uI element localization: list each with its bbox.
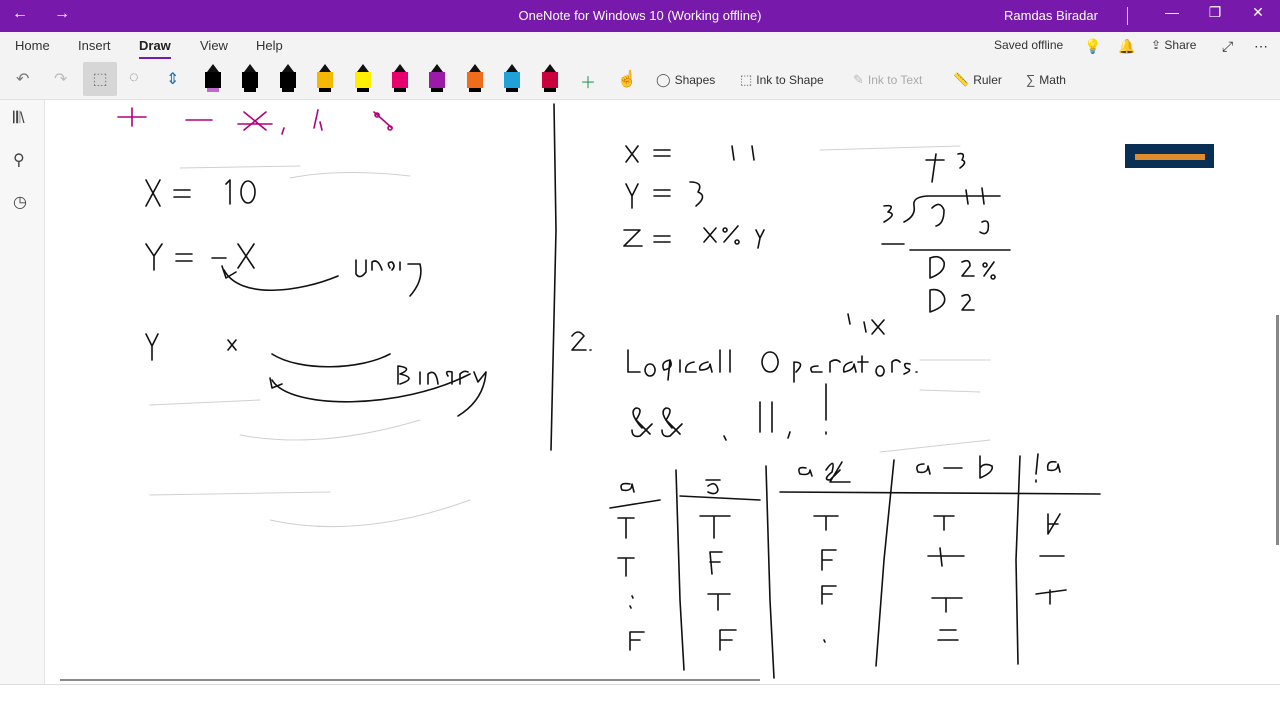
add-pen-icon[interactable]: ＋ — [580, 69, 596, 93]
pen-10-tool[interactable] — [541, 64, 559, 94]
maximize-icon[interactable]: ❐ — [1192, 4, 1238, 21]
pen-tip — [356, 64, 369, 72]
touch-draw-icon[interactable]: ☝ — [617, 69, 637, 89]
close-icon[interactable]: ✕ — [1235, 4, 1280, 21]
pen-body — [392, 72, 408, 88]
ribbon-tabs: Home Insert Draw View Help Saved offline… — [0, 32, 1280, 60]
ruler-button[interactable]: 📏 Ruler — [953, 72, 1002, 88]
pen-body — [466, 72, 483, 88]
pen-tip — [319, 64, 332, 72]
ink-left-notes — [145, 179, 487, 417]
left-sidebar: 𝄃𝄃\ ⚲ ◷ — [0, 100, 45, 684]
math-label: Math — [1039, 73, 1066, 87]
highlighter-tool[interactable] — [354, 64, 372, 94]
video-thumbnail[interactable] — [1125, 144, 1214, 168]
title-bar: ← → OneNote for Windows 10 (Working offl… — [0, 0, 1280, 32]
more-options-icon[interactable]: ⋯ — [1254, 38, 1268, 55]
tab-view[interactable]: View — [200, 38, 228, 53]
pen-band — [431, 88, 444, 92]
pen-body — [354, 72, 371, 88]
pen-tip — [244, 64, 257, 72]
ink-faint-traces — [149, 145, 991, 528]
pen-band — [281, 88, 294, 92]
pen-body — [317, 72, 334, 88]
undo-icon[interactable]: ↶ — [16, 69, 29, 89]
ink-to-shape-button[interactable]: ⬚ Ink to Shape — [740, 72, 824, 88]
shapes-button[interactable]: ◯ Shapes — [656, 72, 715, 88]
share-label: Share — [1164, 38, 1197, 52]
tab-insert[interactable]: Insert — [78, 38, 111, 53]
pen-tip — [207, 64, 219, 72]
pen-3-tool[interactable] — [279, 64, 297, 94]
pen-band — [468, 88, 481, 92]
vertical-scrollbar[interactable] — [1276, 315, 1279, 545]
draw-toolbar: ↶ ↷ ⬚ ◌ ⇕ ＋ ☝ ◯ Shapes ⬚ Ink to Shape ✎ Ink… — [0, 60, 1280, 100]
pen-band — [543, 88, 556, 92]
shapes-icon: ◯ — [656, 72, 671, 87]
pen-8-tool[interactable] — [466, 64, 484, 94]
ink-to-text-button[interactable]: ✎ Ink to Text — [853, 72, 922, 88]
pen-9-tool[interactable] — [503, 64, 521, 94]
pen-band — [506, 88, 519, 92]
pen-tip — [431, 64, 444, 72]
user-name[interactable]: Ramdas Biradar — [1004, 8, 1098, 23]
shapes-label: Shapes — [674, 73, 716, 87]
pen-band — [244, 88, 257, 92]
search-icon[interactable]: ⚲ — [13, 150, 25, 170]
lasso-select-icon[interactable]: ⬚ — [83, 62, 117, 96]
note-canvas[interactable] — [46, 100, 1280, 684]
ruler-icon: 📏 — [953, 72, 970, 87]
pen-tip — [506, 64, 519, 72]
expand-icon[interactable]: ⤢ — [1222, 38, 1233, 55]
pen-body — [429, 72, 446, 88]
recent-icon[interactable]: ◷ — [13, 192, 27, 212]
thumbnail-banner — [1135, 154, 1205, 160]
pen-body — [541, 72, 558, 88]
share-button[interactable]: ⇪ Share — [1151, 38, 1196, 52]
ink-right-notes — [571, 145, 1101, 679]
ink-layer — [117, 103, 1101, 679]
horizontal-scrollbar[interactable] — [60, 679, 760, 681]
pen-6-tool[interactable] — [391, 64, 409, 94]
redo-icon[interactable]: ↷ — [54, 69, 67, 89]
tab-home[interactable]: Home — [15, 38, 50, 53]
ink-to-shape-icon: ⬚ — [740, 72, 753, 87]
pen-tip — [394, 64, 406, 72]
pen-7-tool[interactable] — [428, 64, 446, 94]
saved-status: Saved offline — [994, 38, 1064, 52]
lightbulb-icon[interactable]: 💡 — [1084, 38, 1101, 55]
pen-body — [242, 72, 259, 88]
title-separator — [1127, 7, 1128, 25]
bottom-area — [0, 684, 1280, 720]
pen-tip — [281, 64, 294, 72]
pen-tip — [468, 64, 481, 72]
share-icon: ⇪ — [1151, 38, 1165, 52]
minimize-icon[interactable]: — — [1149, 4, 1195, 20]
tab-help[interactable]: Help — [256, 38, 283, 53]
ink-to-text-icon: ✎ — [853, 72, 864, 87]
pen-band — [356, 88, 369, 92]
pen-1-tool[interactable] — [204, 64, 222, 94]
eraser-select-icon[interactable]: ◌ — [129, 69, 139, 87]
notebooks-icon[interactable]: 𝄃𝄃\ — [13, 110, 25, 128]
ruler-label: Ruler — [973, 73, 1002, 87]
bell-icon[interactable]: 🔔 — [1118, 38, 1135, 55]
pen-4-tool[interactable] — [316, 64, 334, 94]
pen-tip — [543, 64, 556, 72]
ink-to-text-label: Ink to Text — [867, 73, 923, 87]
tab-draw[interactable]: Draw — [139, 38, 171, 59]
pen-band — [319, 88, 332, 92]
pen-2-tool[interactable] — [241, 64, 259, 94]
ink-dividers — [550, 103, 557, 451]
ink-to-shape-label: Ink to Shape — [756, 73, 824, 87]
pen-band — [394, 88, 406, 92]
pen-body — [279, 72, 296, 88]
math-button[interactable]: ∑ Math — [1026, 72, 1066, 87]
add-space-icon[interactable]: ⇕ — [166, 69, 179, 89]
ink-operators — [117, 107, 393, 135]
pen-body — [205, 72, 221, 88]
math-icon: ∑ — [1026, 72, 1036, 87]
pen-body — [504, 72, 521, 88]
pen-band — [207, 88, 219, 92]
